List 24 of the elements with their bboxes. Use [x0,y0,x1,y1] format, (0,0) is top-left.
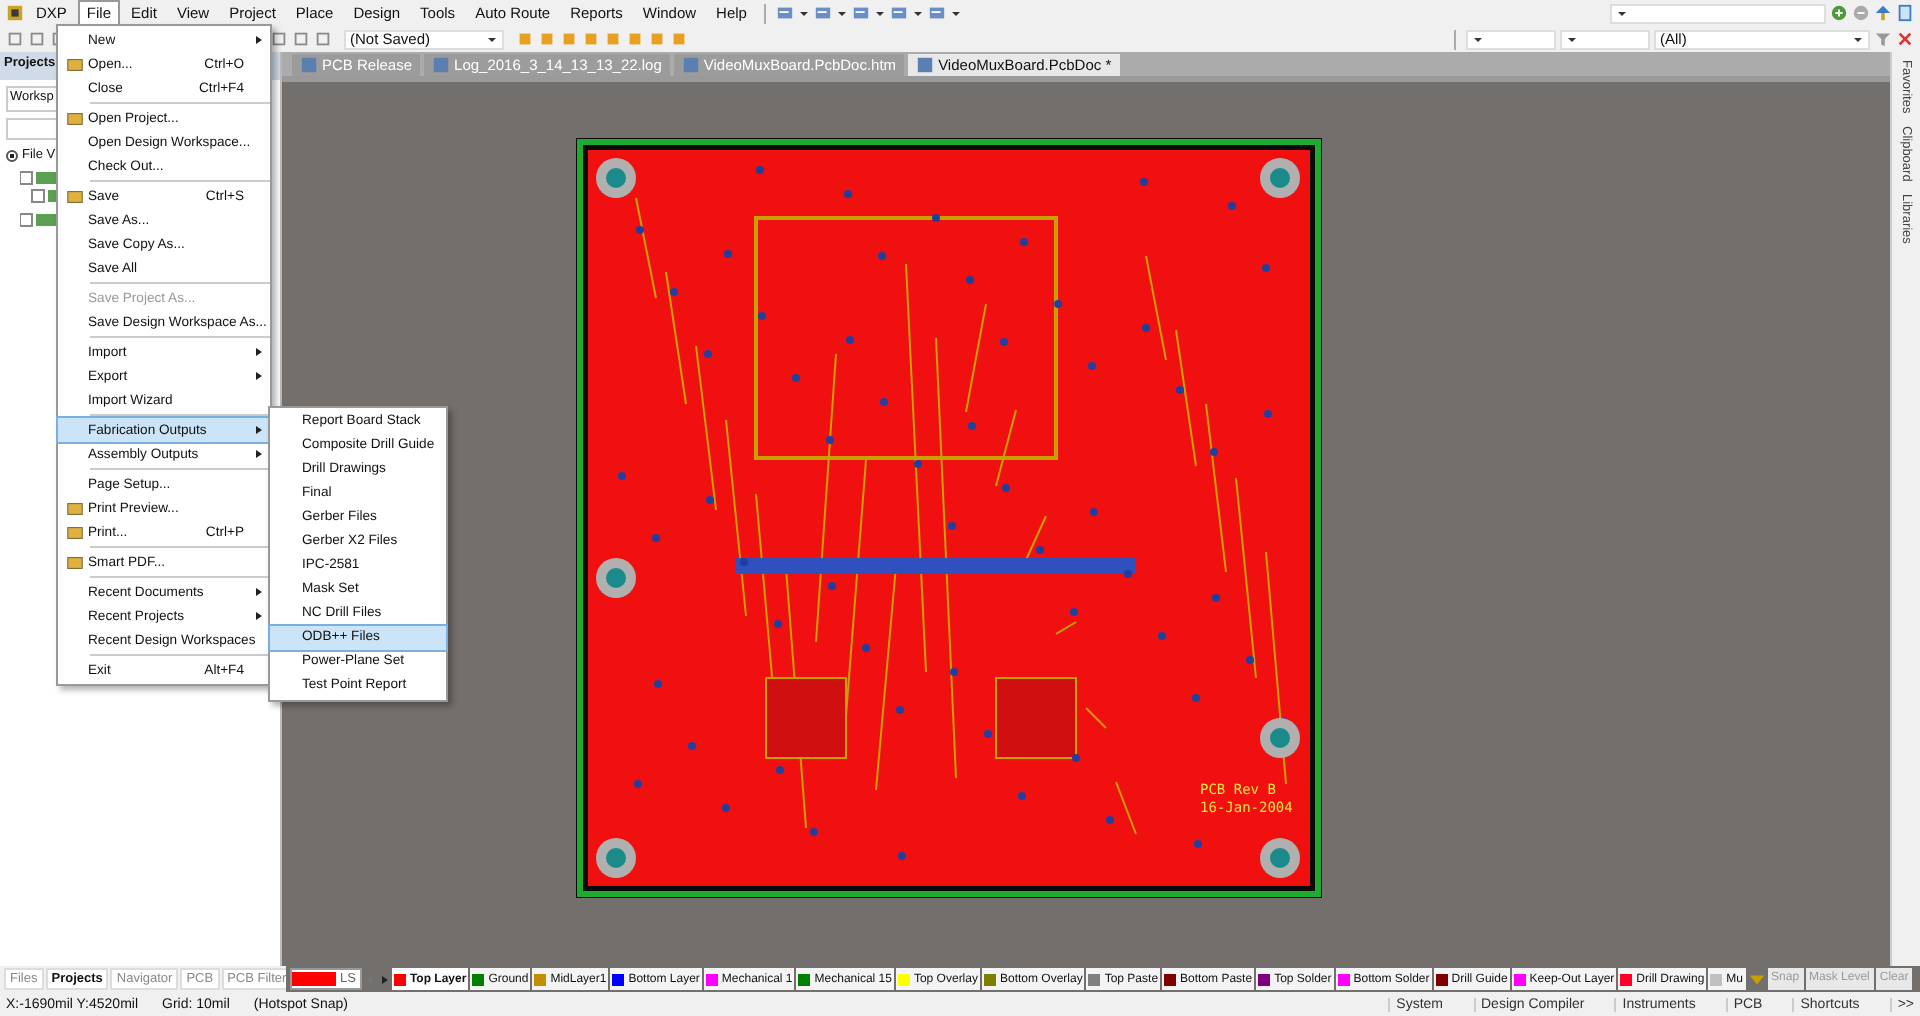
app-logo-icon[interactable] [6,4,24,22]
filter-icon[interactable] [1874,30,1892,48]
layer-sets-icon[interactable] [1747,970,1766,988]
caret-icon[interactable] [486,33,498,45]
scroll-right-icon[interactable] [377,973,390,985]
current-layer-swatch [292,972,336,986]
document-icon [300,56,318,74]
document-icon[interactable] [1896,4,1914,22]
document-icon [432,56,451,74]
caret-icon[interactable] [798,7,811,19]
remove-icon[interactable] [1852,4,1870,22]
document-icon [916,56,935,74]
caret-icon[interactable] [912,7,925,19]
clear-filter-icon[interactable] [1896,30,1914,48]
document-icon [681,56,700,74]
caret-icon[interactable] [1472,33,1484,45]
caret-icon[interactable] [950,7,963,19]
caret-icon[interactable] [1616,7,1628,19]
caret-icon[interactable] [1852,33,1864,45]
caret-icon[interactable] [1566,33,1578,45]
radio-button[interactable] [6,149,18,161]
caret-icon[interactable] [874,7,887,19]
add-icon[interactable] [1830,4,1848,22]
caret-icon[interactable] [836,7,849,19]
